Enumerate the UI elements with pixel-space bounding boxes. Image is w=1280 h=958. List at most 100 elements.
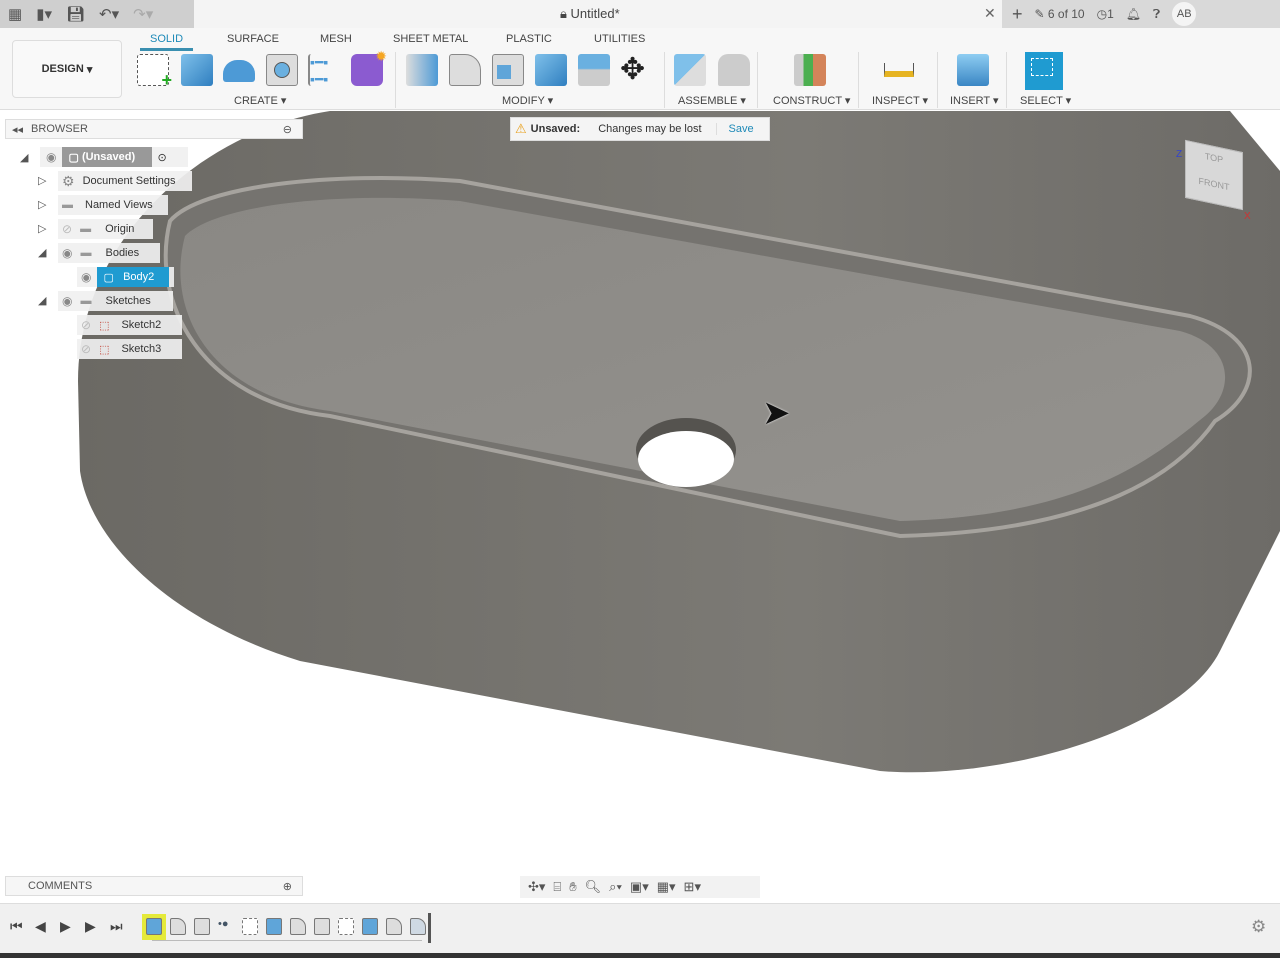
insert-image-icon[interactable] (957, 54, 989, 86)
tab-utilities[interactable]: UTILITIES (594, 33, 645, 45)
timeline-feature-fillet[interactable] (170, 918, 186, 935)
go-to-end-icon[interactable]: ⏭︎ (110, 918, 123, 935)
step-forward-icon[interactable]: ▶ (85, 918, 96, 935)
insert-menu[interactable]: INSERT ▾ (950, 94, 999, 107)
offset-plane-icon[interactable] (794, 54, 826, 86)
browser-node-sketches[interactable]: ◉ ▬ Sketches (58, 291, 173, 311)
redo-icon[interactable]: ↷▾ (133, 5, 153, 23)
new-tab-icon[interactable]: + (1012, 4, 1023, 25)
tab-sheet-metal[interactable]: SHEET METAL (393, 33, 468, 45)
timeline-feature-sketch[interactable] (242, 918, 258, 935)
viewports-icon[interactable]: ⊞▾ (684, 879, 701, 895)
job-status[interactable]: ◷1 (1097, 7, 1114, 21)
combine-icon[interactable] (535, 54, 567, 86)
timeline-feature-shell[interactable] (194, 918, 210, 935)
browser-node-root[interactable]: ◉ ▢ (Unsaved) ⊙ (40, 147, 188, 167)
save-icon[interactable]: 💾︎ (66, 5, 85, 23)
view-cube-front[interactable]: FRONT (1186, 173, 1242, 195)
pattern-icon[interactable]: ▪━▪ ▪━▪ (308, 54, 340, 87)
revolve-icon[interactable] (223, 60, 255, 82)
select-menu[interactable]: SELECT ▾ (1020, 94, 1071, 107)
3d-viewport[interactable]: TOP FRONT Z X ➤ (0, 111, 1280, 871)
workspace-switcher[interactable]: DESIGN ▾ (12, 40, 122, 98)
hole-icon[interactable] (266, 54, 298, 86)
timeline-feature-hole[interactable]: •● (218, 918, 234, 935)
browser-node-document-settings[interactable]: ⚙ Document Settings (58, 171, 192, 191)
timeline-feature-extrude[interactable] (362, 918, 378, 935)
visibility-eye-icon[interactable]: ◉ (81, 270, 91, 284)
construct-menu[interactable]: CONSTRUCT ▾ (773, 94, 850, 107)
version-indicator[interactable]: ✎ 6 of 10 (1035, 7, 1085, 21)
avatar[interactable]: AB (1172, 2, 1197, 26)
timeline-feature-shell[interactable] (314, 918, 330, 935)
create-sketch-icon[interactable]: + (137, 54, 172, 90)
shell-icon[interactable] (492, 54, 524, 86)
expand-toggle[interactable]: ◢ (38, 246, 46, 259)
look-at-icon[interactable]: ⌸ (553, 879, 561, 895)
tab-mesh[interactable]: MESH (320, 33, 352, 45)
timeline-marker[interactable] (428, 913, 431, 943)
joint-icon[interactable] (718, 54, 750, 86)
select-icon[interactable] (1025, 52, 1063, 90)
comments-panel[interactable]: COMMENTS ⊕ (5, 876, 303, 896)
modify-menu[interactable]: MODIFY ▾ (502, 94, 553, 107)
expand-toggle[interactable]: ◢ (20, 151, 28, 164)
timeline-settings-gear-icon[interactable]: ⚙ (1251, 917, 1266, 937)
activate-radio-icon[interactable]: ⊙ (157, 151, 166, 164)
move-copy-icon[interactable]: ✥ (620, 52, 645, 87)
browser-node-body2[interactable]: ◉ ▢ Body2 (77, 267, 174, 287)
hidden-eye-icon[interactable]: ⊘ (62, 222, 72, 236)
view-cube-top[interactable]: TOP (1186, 147, 1242, 169)
undo-icon[interactable]: ↶▾ (99, 5, 119, 23)
expand-toggle[interactable]: ◢ (38, 294, 46, 307)
play-icon[interactable]: ▶ (60, 918, 71, 935)
app-grid-icon[interactable]: ▦ (8, 5, 22, 23)
browser-node-origin[interactable]: ⊘ ▬ Origin (58, 219, 153, 239)
notification-bell-icon[interactable]: 🔔︎ (1126, 7, 1141, 21)
press-pull-icon[interactable] (406, 54, 438, 86)
grid-icon[interactable]: ▦▾ (657, 879, 676, 895)
timeline-feature-fillet[interactable] (386, 918, 402, 935)
browser-node-named-views[interactable]: ▬ Named Views (58, 195, 168, 215)
visibility-eye-icon[interactable]: ◉ (62, 294, 72, 308)
tab-solid[interactable]: SOLID (139, 33, 194, 51)
display-settings-icon[interactable]: ▣▾ (630, 879, 649, 895)
browser-minimize-icon[interactable]: ⊖ (283, 123, 292, 136)
tab-plastic[interactable]: PLASTIC (506, 33, 552, 45)
hidden-eye-icon[interactable]: ⊘ (81, 318, 91, 332)
new-component-icon[interactable] (674, 54, 706, 86)
fillet-icon[interactable] (449, 54, 481, 86)
close-tab-icon[interactable]: ✕ (984, 5, 996, 22)
collapse-browser-icon[interactable]: ◂◂ (12, 123, 23, 136)
view-cube[interactable]: TOP FRONT (1185, 139, 1243, 211)
extrude-icon[interactable] (181, 54, 213, 86)
file-menu-icon[interactable]: ▮▾ (36, 5, 52, 23)
timeline-feature-fillet[interactable] (290, 918, 306, 935)
help-icon[interactable]: ❓︎ (1153, 7, 1160, 22)
timeline-feature-extrude[interactable] (146, 918, 162, 935)
go-to-start-icon[interactable]: ⏮︎ (10, 918, 23, 935)
add-comment-icon[interactable]: ⊕ (283, 880, 292, 893)
expand-toggle[interactable]: ▷ (38, 198, 46, 211)
create-menu[interactable]: CREATE ▾ (234, 94, 286, 107)
step-back-icon[interactable]: ◀ (35, 918, 46, 935)
expand-toggle[interactable]: ▷ (38, 174, 46, 187)
save-button[interactable]: Save (715, 123, 754, 135)
visibility-eye-icon[interactable]: ◉ (62, 246, 72, 260)
orbit-icon[interactable]: ✣▾ (528, 879, 545, 895)
browser-node-sketch3[interactable]: ⊘ ⬚ Sketch3 (77, 339, 182, 359)
pan-icon[interactable]: ✋︎ (569, 879, 576, 895)
timeline-feature-chamfer[interactable] (410, 918, 426, 935)
browser-node-sketch2[interactable]: ⊘ ⬚ Sketch2 (77, 315, 182, 335)
zoom-icon[interactable]: 🔍︎ (585, 879, 602, 895)
timeline-feature-sketch[interactable] (338, 918, 354, 935)
expand-toggle[interactable]: ▷ (38, 222, 46, 235)
browser-node-bodies[interactable]: ◉ ▬ Bodies (58, 243, 160, 263)
measure-icon[interactable] (884, 63, 914, 77)
inspect-menu[interactable]: INSPECT ▾ (872, 94, 928, 107)
create-form-icon[interactable]: ✹ (351, 48, 387, 86)
visibility-eye-icon[interactable]: ◉ (46, 150, 56, 164)
assemble-menu[interactable]: ASSEMBLE ▾ (678, 94, 746, 107)
timeline-feature-extrude[interactable] (266, 918, 282, 935)
fit-icon[interactable]: ⌕▾ (609, 879, 622, 895)
